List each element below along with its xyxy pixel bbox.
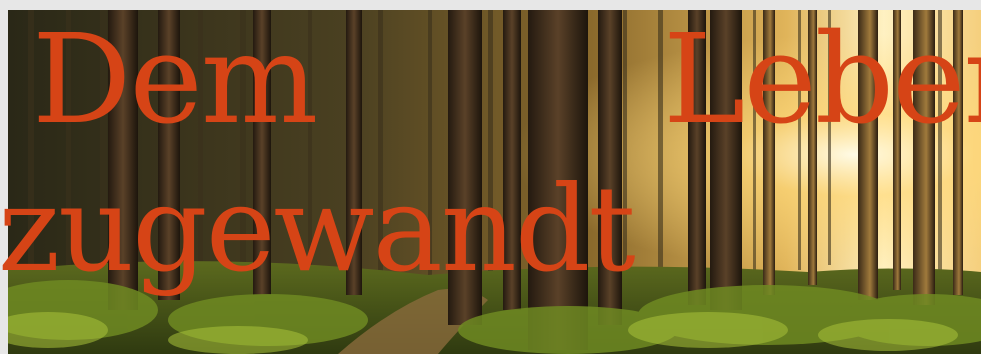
page-frame: Dem Leben zugewandt <box>0 0 981 354</box>
headline-word-zugewandt: zugewandt <box>0 160 636 298</box>
headline-word-dem: Dem <box>32 8 318 152</box>
headline-word-leben: Leben <box>663 8 981 152</box>
